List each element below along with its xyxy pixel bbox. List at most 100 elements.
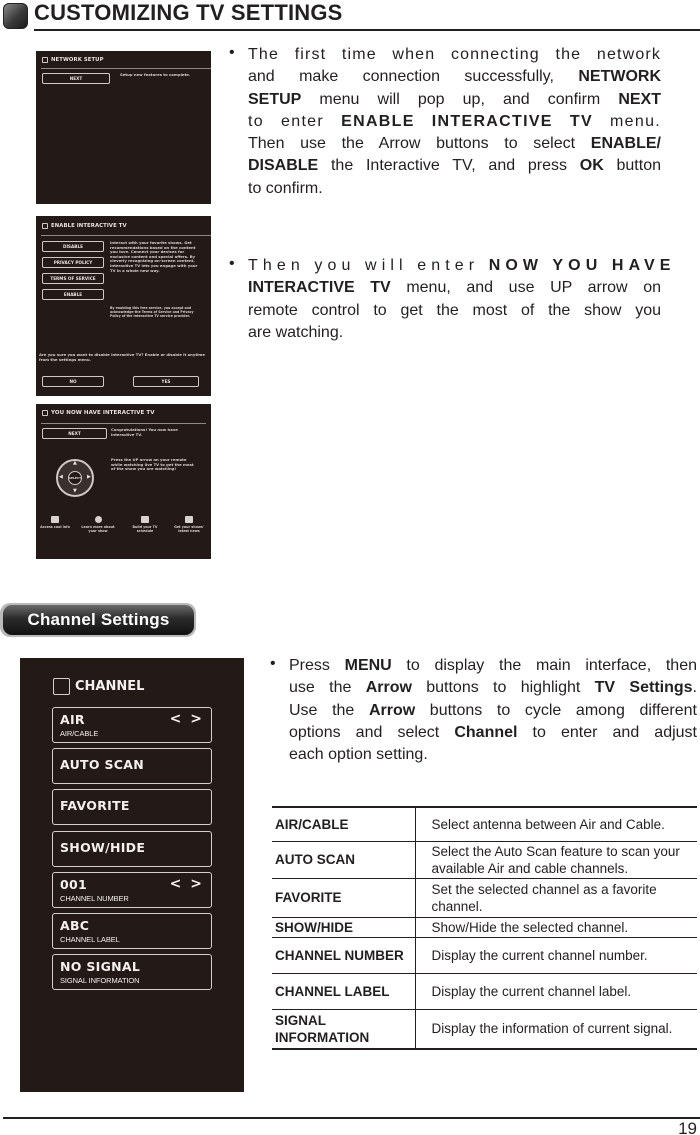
text: buttons to cycle among different	[415, 701, 697, 719]
section-label-channel-settings: Channel Settings	[3, 605, 194, 635]
text-line: INTERACTIVE TV menu, and use UP arrow on	[248, 277, 661, 299]
table-row: CHANNEL NUMBER Display the current chann…	[272, 936, 697, 973]
arrow-down-icon: ▼	[73, 488, 77, 494]
keyword: ENABLE/	[590, 135, 661, 153]
option-name: FAVORITE	[272, 877, 416, 917]
table-row: SIGNAL INFORMATION Display the informati…	[272, 1008, 697, 1050]
text-line: DISABLE the Interactive TV, and press OK…	[248, 155, 661, 177]
table-row: SHOW/HIDE Show/Hide the selected channel…	[272, 916, 697, 937]
text: and make connection successfully,	[248, 68, 579, 86]
now-interactive-instructions: Then you will enter NOW YOU HAVE INTERAC…	[248, 255, 670, 344]
privacy-policy-button: PRIVACY POLICY	[42, 257, 104, 268]
option-description: Select the Auto Scan feature to scan you…	[415, 840, 697, 878]
text-line: The first time when connecting the netwo…	[248, 46, 661, 63]
page-header: CUSTOMIZING TV SETTINGS	[0, 0, 700, 32]
enable-interactive-terms: By enabling this free service, you accep…	[110, 306, 194, 318]
text-line: are watching.	[248, 323, 344, 341]
now-interactive-title: YOU NOW HAVE INTERACTIVE TV	[51, 410, 155, 416]
menu-box-icon	[42, 410, 48, 416]
item-value: FAVORITE	[60, 798, 130, 813]
section-marker-icon	[3, 3, 28, 29]
remote-dial-icon: ▲ ▼ ◀ ▶ SELECT	[56, 459, 94, 497]
bullet-icon: •	[270, 655, 276, 672]
item-value: NO SIGNAL	[60, 959, 141, 974]
bullet-icon: •	[229, 44, 235, 61]
network-setup-text: Setup new features to complete.	[120, 72, 191, 77]
divider	[41, 423, 206, 424]
arrow-up-icon: ▲	[73, 460, 77, 466]
text: Press	[289, 657, 345, 674]
text: to enter	[248, 112, 342, 130]
calendar-icon	[141, 516, 149, 523]
page-title: CUSTOMIZING TV SETTINGS	[34, 0, 343, 25]
text: menu will pop up, and confirm	[301, 90, 619, 108]
divider	[41, 68, 211, 69]
arrow-left-icon: ◀	[59, 474, 63, 480]
option-name: AUTO SCAN	[272, 840, 416, 878]
text-line: to confirm.	[248, 179, 323, 197]
item-value: AIR	[60, 712, 85, 727]
text: buttons to highlight	[411, 679, 595, 697]
keyword: Arrow	[365, 679, 412, 697]
item-label: CHANNEL NUMBER	[60, 894, 129, 903]
option-description: Show/Hide the selected channel.	[415, 916, 697, 937]
enable-interactive-title: ENABLE INTERACTIVE TV	[51, 223, 127, 229]
menu-item-air-cable: AIR AIR/CABLE < >	[52, 707, 212, 743]
feature-build-schedule: Build your TV schedule	[126, 516, 164, 533]
table-row: CHANNEL LABEL Display the current channe…	[272, 972, 697, 1009]
text: Then you will enter	[248, 257, 489, 274]
congratulations-text: Congratulations! You now have Interactiv…	[111, 427, 178, 437]
option-name: CHANNEL NUMBER	[272, 936, 416, 973]
network-setup-title: NETWORK SETUP	[51, 57, 104, 63]
option-name: SIGNAL INFORMATION	[272, 1008, 416, 1050]
enable-button: ENABLE	[42, 289, 104, 300]
now-interactive-tv-screenshot: YOU NOW HAVE INTERACTIVE TV NEXT Congrat…	[36, 404, 211, 559]
text-line: Use the Arrow buttons to cycle among dif…	[289, 700, 697, 722]
next-button: NEXT	[42, 428, 107, 439]
text: to enter and adjust	[517, 723, 698, 741]
item-value: ABC	[60, 918, 90, 933]
disable-confirmation-question: Are you sure you want to disable Interac…	[39, 352, 205, 362]
no-button: NO	[42, 376, 104, 387]
text-line: Press MENU to display the main interface…	[289, 655, 697, 677]
option-name: CHANNEL LABEL	[272, 972, 416, 1009]
keyword: Arrow	[368, 701, 416, 719]
menu-item-favorite: FAVORITE	[52, 789, 212, 825]
channel-options-table: AIR/CABLE Select antenna between Air and…	[272, 806, 697, 1050]
menu-box-icon	[42, 223, 48, 229]
text: button	[603, 157, 662, 175]
keyword: MENU	[344, 657, 392, 674]
keyword: TV Settings	[594, 679, 693, 697]
page-number: 19	[678, 1119, 697, 1135]
channel-menu-title: CHANNEL	[75, 679, 145, 694]
menu-box-icon	[53, 678, 70, 695]
option-description: Display the information of current signa…	[415, 1008, 697, 1050]
channel-menu-header: CHANNEL	[53, 678, 144, 695]
item-value: 001	[60, 877, 87, 892]
option-description: Display the current channel label.	[415, 972, 697, 1009]
text-line: each option setting.	[289, 746, 428, 764]
keyword: INTERACTIVE TV	[248, 279, 391, 297]
footer-divider	[3, 1117, 700, 1119]
feature-label: Build your TV schedule	[132, 525, 158, 533]
menu-item-channel-label: ABC CHANNEL LABEL	[52, 913, 212, 949]
text-line: Then use the Arrow buttons to select ENA…	[248, 133, 661, 155]
text: Use the	[289, 701, 369, 719]
text: menu, and use UP arrow on	[390, 279, 662, 297]
text: the Interactive TV, and press	[318, 157, 580, 175]
text-line: to enter ENABLE INTERACTIVE TV menu.	[248, 111, 661, 133]
enable-interactive-tv-screenshot: ENABLE INTERACTIVE TV DISABLE PRIVACY PO…	[36, 216, 211, 396]
left-right-arrows-icon: < >	[169, 711, 204, 727]
table-row: AUTO SCAN Select the Auto Scan feature t…	[272, 840, 697, 878]
item-label: AIR/CABLE	[60, 729, 99, 738]
network-setup-instructions: The first time when connecting the netwo…	[248, 44, 661, 200]
title-divider	[34, 29, 700, 31]
table-row: FAVORITE Set the selected channel as a f…	[272, 877, 697, 917]
text: Then use the Arrow buttons to select	[248, 135, 591, 153]
text-line: remote control to get the most of the sh…	[248, 301, 661, 319]
feature-label: Learn more about your show	[81, 525, 115, 533]
feature-learn-more: Learn more about your show	[79, 516, 117, 533]
channel-settings-instructions: Press MENU to display the main interface…	[289, 655, 697, 766]
news-icon	[185, 516, 193, 523]
next-button: NEXT	[42, 73, 110, 84]
